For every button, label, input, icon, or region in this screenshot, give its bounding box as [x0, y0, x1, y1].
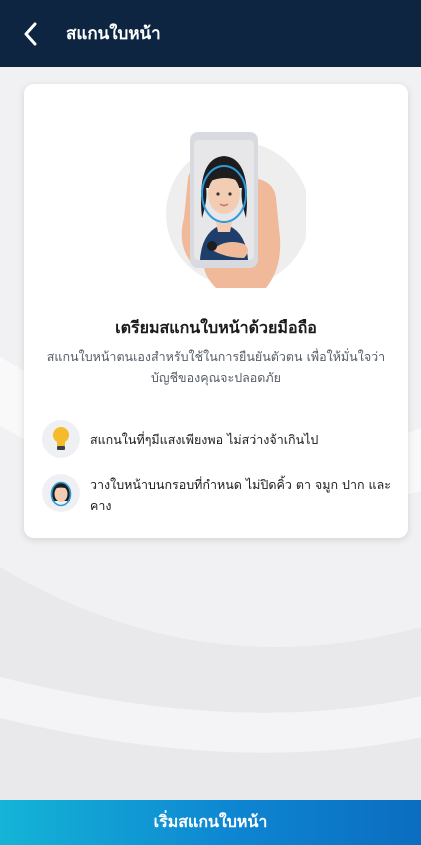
instruction-card: เตรียมสแกนใบหน้าด้วยมือถือ สแกนใบหน้าตนเ…	[24, 84, 408, 538]
lightbulb-icon	[42, 420, 80, 458]
face-frame-icon	[42, 474, 80, 512]
tip-item-face-frame: วางใบหน้าบนกรอบที่กำหนด ไม่ปิดคิ้ว ตา จม…	[42, 474, 392, 516]
card-description: สแกนใบหน้าตนเองสำหรับใช้ในการยืนยันตัวตน…	[46, 349, 386, 385]
start-face-scan-button[interactable]: เริ่มสแกนใบหน้า	[0, 800, 421, 845]
page-title: สแกนใบหน้า	[66, 24, 161, 44]
card-title: เตรียมสแกนใบหน้าด้วยมือถือ	[115, 318, 317, 337]
face-scan-phone-illustration	[156, 118, 310, 288]
tip-item-lighting: สแกนในที่ๆมีแสงเพียงพอ ไม่สว่างจ้าเกินไป	[42, 420, 392, 458]
tip-text: สแกนในที่ๆมีแสงเพียงพอ ไม่สว่างจ้าเกินไป	[90, 432, 319, 447]
back-button[interactable]	[0, 0, 60, 67]
top-app-bar: สแกนใบหน้า	[0, 0, 421, 67]
chevron-left-icon	[24, 22, 37, 45]
tip-text: วางใบหน้าบนกรอบที่กำหนด ไม่ปิดคิ้ว ตา จม…	[90, 477, 391, 513]
